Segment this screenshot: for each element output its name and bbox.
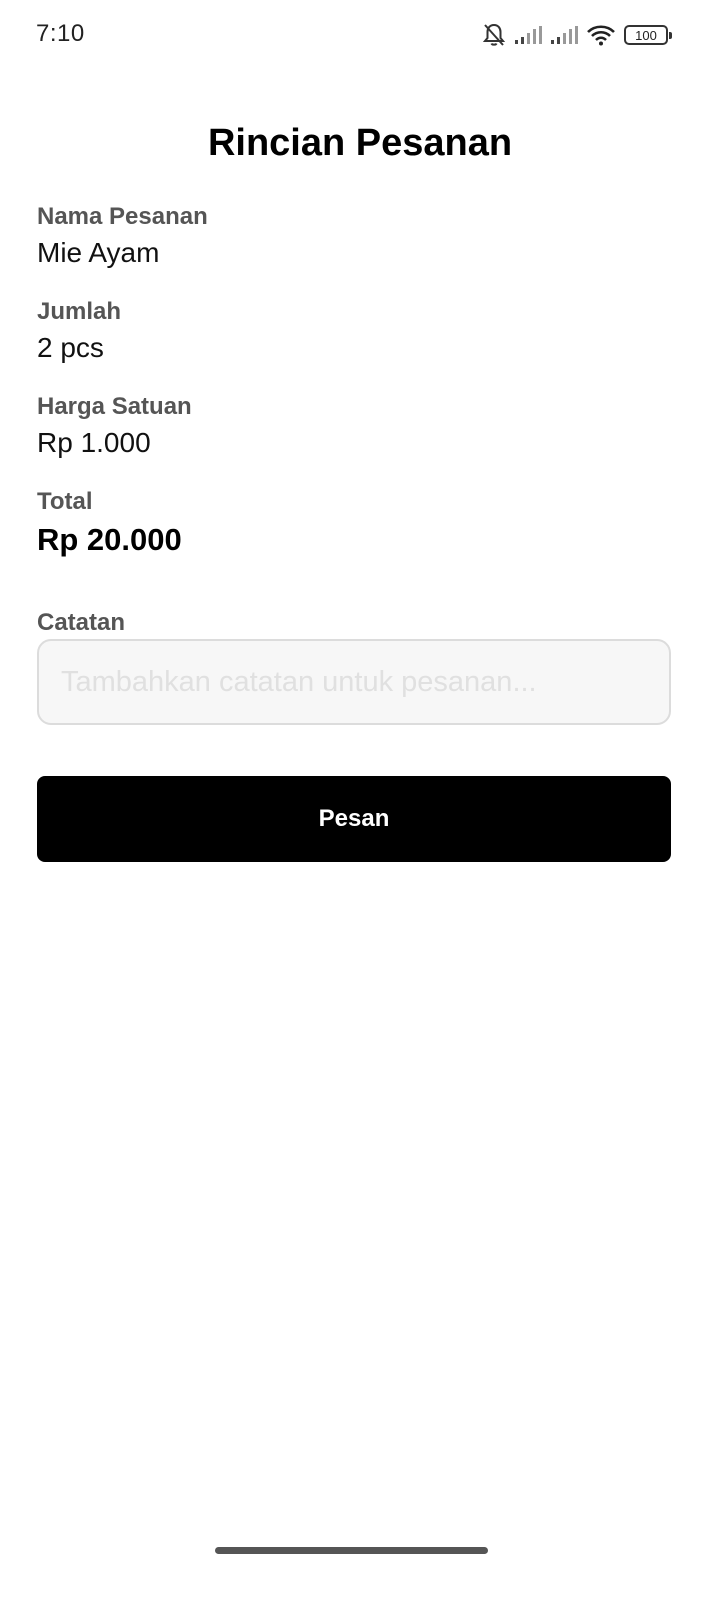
order-detail-screen: 7:10 100 Rincian Pesanan Nama Pesanan Mi… [0, 0, 720, 1600]
home-indicator[interactable] [215, 1547, 488, 1554]
bell-off-icon [482, 22, 506, 48]
quantity-value: 2 pcs [37, 332, 104, 363]
status-bar: 7:10 100 [0, 0, 720, 70]
order-name-value: Mie Ayam [37, 237, 160, 268]
total-label: Total [37, 488, 93, 515]
page-title: Rincian Pesanan [207, 122, 513, 164]
wifi-icon [586, 24, 616, 46]
status-time: 7:10 [36, 20, 85, 47]
battery-level: 100 [635, 27, 657, 43]
notes-input[interactable] [37, 639, 671, 725]
order-name-label: Nama Pesanan [37, 203, 208, 230]
unit-price-value: Rp 1.000 [37, 427, 151, 458]
battery-icon: 100 [624, 25, 672, 45]
status-icons: 100 [482, 22, 672, 48]
total-value: Rp 20.000 [37, 522, 182, 557]
signal-icon [514, 25, 542, 45]
order-button[interactable]: Pesan [37, 776, 671, 862]
notes-label: Catatan [37, 609, 126, 636]
unit-price-label: Harga Satuan [37, 393, 192, 420]
signal-icon [550, 25, 578, 45]
quantity-label: Jumlah [37, 298, 122, 325]
